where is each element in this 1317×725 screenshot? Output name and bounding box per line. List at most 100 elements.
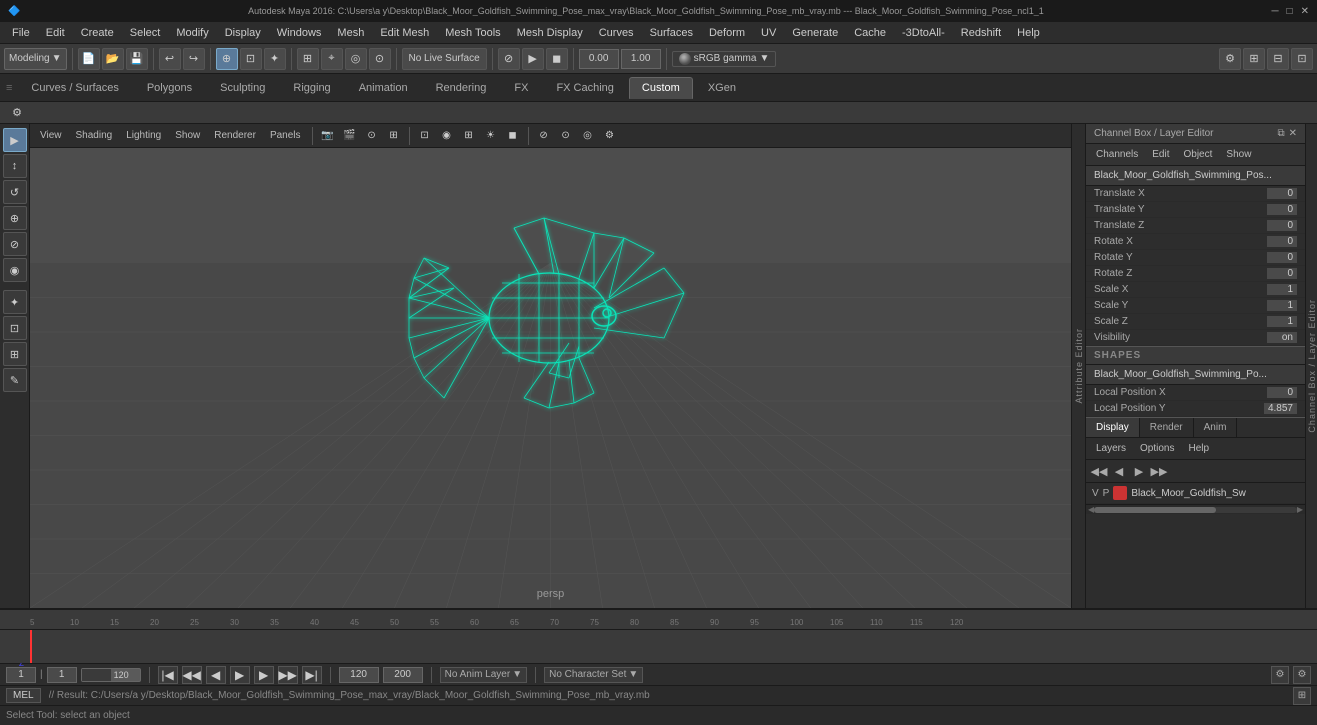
viewport-options-icon[interactable]: ⚙	[600, 126, 620, 146]
menu-select[interactable]: Select	[122, 25, 169, 41]
redo-icon[interactable]: ↪	[183, 48, 205, 70]
gamma-indicator[interactable]: sRGB gamma ▼	[672, 51, 777, 67]
move-tool-btn[interactable]: ↕	[3, 154, 27, 178]
light-icon[interactable]: ☀	[481, 126, 501, 146]
snap-curve-icon[interactable]: ⌖	[321, 48, 343, 70]
layer-icon-4[interactable]: ▶▶	[1150, 462, 1168, 480]
open-file-icon[interactable]: 📂	[102, 48, 124, 70]
vp-menu-view[interactable]: View	[34, 128, 68, 143]
attribute-editor-tab[interactable]: Attribute Editor	[1071, 124, 1085, 608]
menu-generate[interactable]: Generate	[784, 25, 846, 41]
shadow-icon[interactable]: ◼	[503, 126, 523, 146]
status-bar-settings[interactable]: ⊞	[1293, 687, 1311, 705]
tab-rigging[interactable]: Rigging	[280, 77, 343, 99]
prev-frame-btn[interactable]: ◀	[206, 666, 226, 684]
lm-options[interactable]: Options	[1134, 441, 1180, 456]
menu-uv[interactable]: UV	[753, 25, 784, 41]
select-tool-icon[interactable]: ⊕	[216, 48, 238, 70]
show-manip-btn[interactable]: ✦	[3, 290, 27, 314]
save-file-icon[interactable]: 💾	[126, 48, 148, 70]
grid-view-icon[interactable]: ⊞	[384, 126, 404, 146]
menu-surfaces[interactable]: Surfaces	[642, 25, 701, 41]
tab-curves-surfaces[interactable]: Curves / Surfaces	[18, 77, 131, 99]
menu-edit-mesh[interactable]: Edit Mesh	[372, 25, 437, 41]
scrollbar-thumb[interactable]	[1094, 507, 1216, 513]
minimize-button[interactable]: ─	[1271, 6, 1278, 17]
soft-mod-btn[interactable]: ◉	[3, 258, 27, 282]
menu-cache[interactable]: Cache	[846, 25, 894, 41]
layer-icon-3[interactable]: ▶	[1130, 462, 1148, 480]
frame-range-bar[interactable]: 120	[81, 668, 141, 682]
undo-icon[interactable]: ↩	[159, 48, 181, 70]
no-live-surface-btn[interactable]: No Live Surface	[402, 48, 487, 70]
cb-menu-object[interactable]: Object	[1178, 147, 1219, 162]
menu-file[interactable]: File	[4, 25, 38, 41]
universal-tool-btn[interactable]: ⊘	[3, 232, 27, 256]
cb-menu-edit[interactable]: Edit	[1146, 147, 1175, 162]
btab-render[interactable]: Render	[1140, 418, 1194, 437]
menu-display[interactable]: Display	[217, 25, 269, 41]
history-icon[interactable]: ⊘	[498, 48, 520, 70]
menu-help[interactable]: Help	[1009, 25, 1048, 41]
cb-menu-channels[interactable]: Channels	[1090, 147, 1144, 162]
mel-label[interactable]: MEL	[6, 688, 41, 703]
out-frame-input[interactable]	[383, 667, 423, 683]
close-button[interactable]: ✕	[1301, 6, 1309, 17]
camera-icon[interactable]: 📷	[318, 126, 338, 146]
settings-btn-2[interactable]: ⚙	[1293, 666, 1311, 684]
timeline-ruler[interactable]: 5 10 15 20 25 30 35 40 45 50 55 60 65 70…	[0, 610, 1317, 630]
menu-3dto-all[interactable]: -3DtoAll-	[894, 25, 953, 41]
snap-grid-icon[interactable]: ⊞	[297, 48, 319, 70]
snap-view-icon[interactable]: ⊙	[369, 48, 391, 70]
tab-custom[interactable]: Custom	[629, 77, 693, 99]
layer-icon-2[interactable]: ◀	[1110, 462, 1128, 480]
btab-anim[interactable]: Anim	[1194, 418, 1238, 437]
field1-input[interactable]	[579, 49, 619, 69]
channel-box-close-icon[interactable]: ✕	[1289, 128, 1297, 139]
vp-menu-shading[interactable]: Shading	[70, 128, 119, 143]
next-frame-btn[interactable]: ▶	[254, 666, 274, 684]
layer-playback-toggle[interactable]: P	[1103, 488, 1110, 499]
vp-menu-panels[interactable]: Panels	[264, 128, 307, 143]
new-file-icon[interactable]: 📄	[78, 48, 100, 70]
ipr-icon[interactable]: ◼	[546, 48, 568, 70]
paint-btn[interactable]: ✎	[3, 368, 27, 392]
layer-visible-toggle[interactable]: V	[1092, 488, 1099, 499]
paint-sel-icon[interactable]: ✦	[264, 48, 286, 70]
layout-icon[interactable]: ⊟	[1267, 48, 1289, 70]
vp-menu-lighting[interactable]: Lighting	[120, 128, 167, 143]
lm-help[interactable]: Help	[1182, 441, 1215, 456]
settings-icon[interactable]: ⚙	[6, 102, 28, 124]
xray-icon[interactable]: ◎	[578, 126, 598, 146]
btab-display[interactable]: Display	[1086, 418, 1140, 437]
menu-modify[interactable]: Modify	[168, 25, 216, 41]
char-set-dropdown[interactable]: No Character Set ▼	[544, 667, 643, 683]
select-tool-btn[interactable]: ▶	[3, 128, 27, 152]
menu-curves[interactable]: Curves	[591, 25, 642, 41]
vp-menu-show[interactable]: Show	[169, 128, 206, 143]
isolate-icon[interactable]: ⊘	[534, 126, 554, 146]
menu-mesh-tools[interactable]: Mesh Tools	[437, 25, 508, 41]
cb-menu-show[interactable]: Show	[1220, 147, 1257, 162]
menu-mesh-display[interactable]: Mesh Display	[509, 25, 591, 41]
bookmark-icon[interactable]: ⊙	[362, 126, 382, 146]
menu-windows[interactable]: Windows	[269, 25, 330, 41]
scale-tool-btn[interactable]: ⊕	[3, 206, 27, 230]
anim-layer-dropdown[interactable]: No Anim Layer ▼	[440, 667, 528, 683]
scroll-right-arrow[interactable]: ▶	[1297, 505, 1303, 514]
layer-scrollbar[interactable]: ◀ ▶	[1086, 504, 1305, 514]
maximize-button[interactable]: □	[1287, 6, 1293, 17]
tab-polygons[interactable]: Polygons	[134, 77, 205, 99]
tab-sculpting[interactable]: Sculpting	[207, 77, 278, 99]
tab-fx[interactable]: FX	[501, 77, 541, 99]
play-btn[interactable]: ▶	[230, 666, 250, 684]
settings-btn-1[interactable]: ⚙	[1271, 666, 1289, 684]
tab-rendering[interactable]: Rendering	[423, 77, 500, 99]
field2-input[interactable]	[621, 49, 661, 69]
render-icon[interactable]: ▶	[522, 48, 544, 70]
menu-deform[interactable]: Deform	[701, 25, 753, 41]
grid-icon[interactable]: ⊞	[1243, 48, 1265, 70]
rotate-tool-btn[interactable]: ↺	[3, 180, 27, 204]
snap-point-icon[interactable]: ◎	[345, 48, 367, 70]
wireframe-icon[interactable]: ⊡	[415, 126, 435, 146]
